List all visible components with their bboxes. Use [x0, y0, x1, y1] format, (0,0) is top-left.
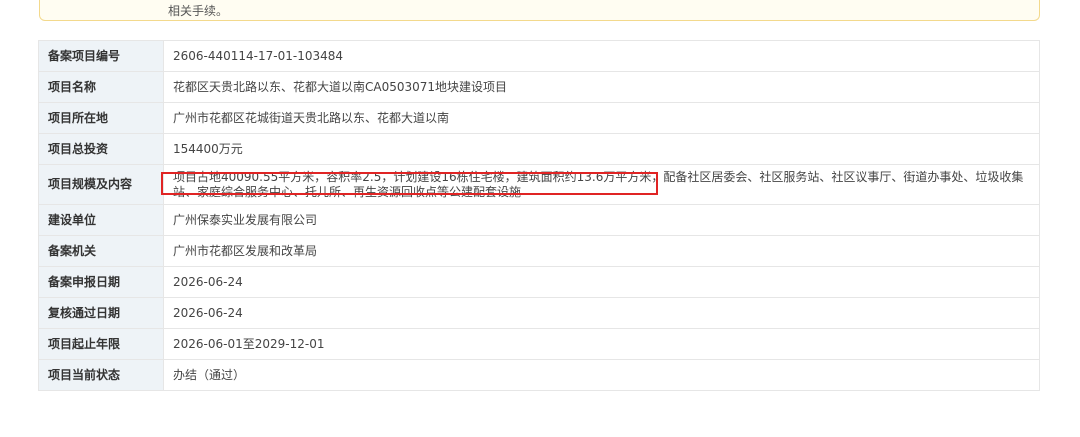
- table-row-status: 项目当前状态 办结（通过）: [38, 359, 1040, 391]
- row-label: 项目名称: [38, 71, 164, 103]
- row-label: 建设单位: [38, 204, 164, 236]
- row-label: 项目规模及内容: [38, 164, 164, 205]
- table-row-period: 项目起止年限 2026-06-01至2029-12-01: [38, 328, 1040, 360]
- row-label: 项目当前状态: [38, 359, 164, 391]
- table-row-investment: 项目总投资 154400万元: [38, 133, 1040, 165]
- table-row-location: 项目所在地 广州市花都区花城街道天贵北路以东、花都大道以南: [38, 102, 1040, 134]
- row-value: 2606-440114-17-01-103484: [163, 40, 1040, 72]
- table-row-scale: 项目规模及内容 项目占地40090.55平方米，容积率2.5，计划建设16栋住宅…: [38, 164, 1040, 205]
- table-row-project-name: 项目名称 花都区天贵北路以东、花都大道以南CA0503071地块建设项目: [38, 71, 1040, 103]
- row-value: 花都区天贵北路以东、花都大道以南CA0503071地块建设项目: [163, 71, 1040, 103]
- table-row-authority: 备案机关 广州市花都区发展和改革局: [38, 235, 1040, 267]
- row-label: 备案申报日期: [38, 266, 164, 298]
- row-value: 项目占地40090.55平方米，容积率2.5，计划建设16栋住宅楼，建筑面积约1…: [163, 164, 1040, 205]
- row-value: 办结（通过）: [163, 359, 1040, 391]
- notice-text: 相关手续。: [168, 4, 229, 18]
- row-label: 复核通过日期: [38, 297, 164, 329]
- row-value: 广州市花都区发展和改革局: [163, 235, 1040, 267]
- row-label: 备案项目编号: [38, 40, 164, 72]
- table-row-builder: 建设单位 广州保泰实业发展有限公司: [38, 204, 1040, 236]
- row-value: 广州保泰实业发展有限公司: [163, 204, 1040, 236]
- table-row-apply-date: 备案申报日期 2026-06-24: [38, 266, 1040, 298]
- row-value: 2026-06-24: [163, 266, 1040, 298]
- table-row-review-date: 复核通过日期 2026-06-24: [38, 297, 1040, 329]
- row-value: 2026-06-01至2029-12-01: [163, 328, 1040, 360]
- row-label: 项目所在地: [38, 102, 164, 134]
- row-value: 广州市花都区花城街道天贵北路以东、花都大道以南: [163, 102, 1040, 134]
- row-label: 备案机关: [38, 235, 164, 267]
- project-info-table: 备案项目编号 2606-440114-17-01-103484 项目名称 花都区…: [38, 40, 1040, 391]
- row-value: 154400万元: [163, 133, 1040, 165]
- row-value: 2026-06-24: [163, 297, 1040, 329]
- notice-box: 相关手续。: [39, 0, 1040, 21]
- row-label: 项目起止年限: [38, 328, 164, 360]
- row-label: 项目总投资: [38, 133, 164, 165]
- table-row-project-code: 备案项目编号 2606-440114-17-01-103484: [38, 40, 1040, 72]
